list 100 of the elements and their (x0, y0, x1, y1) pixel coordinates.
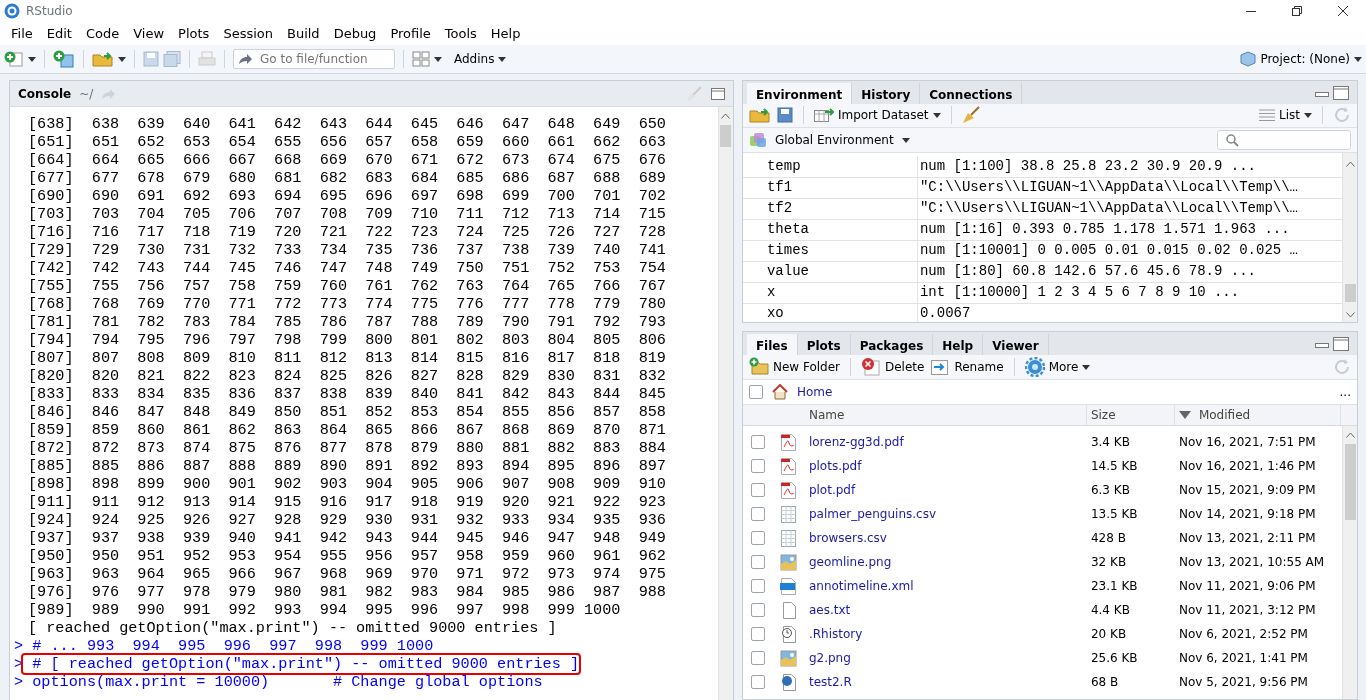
console-output: [755] 755 756 757 758 759 760 761 762 763 764 765 766 767 (28, 277, 666, 295)
file-size: 25.6 KB (1089, 650, 1139, 667)
save-all-icon[interactable] (163, 51, 181, 67)
menu-item[interactable]: File (4, 23, 40, 44)
column-header[interactable]: Size (1086, 405, 1175, 425)
file-checkbox[interactable] (750, 675, 765, 689)
view-menu[interactable]: List (1259, 106, 1312, 125)
file-checkbox[interactable] (750, 579, 765, 593)
file-link[interactable]: annotimeline.xml (808, 579, 914, 593)
file-checkbox[interactable] (750, 651, 765, 665)
console-output: [846] 846 847 848 849 850 851 852 853 854 855 856 857 858 (28, 403, 666, 421)
menu-item[interactable]: Help (483, 23, 528, 44)
column-header[interactable]: Name (804, 405, 1087, 425)
folder-icon[interactable] (748, 107, 771, 124)
file-checkbox[interactable] (750, 459, 765, 473)
home-icon[interactable] (770, 384, 789, 400)
maximize-icon[interactable] (1333, 337, 1349, 351)
caret-icon[interactable] (28, 56, 36, 62)
maximize-icon[interactable] (710, 87, 725, 100)
pane-tab[interactable]: Files (746, 334, 798, 355)
caret-icon[interactable] (1304, 112, 1312, 118)
path-menu-button[interactable]: ... (1339, 383, 1351, 401)
file-size: 428 B (1089, 530, 1127, 547)
caret-icon[interactable] (118, 56, 126, 62)
save-icon[interactable] (776, 107, 793, 124)
variable-value: num [1:10001] 0 0.005 0.01 0.015 0.02 0.025 … (918, 241, 1298, 261)
console-output: [729] 729 730 731 732 733 734 735 736 737 738 739 740 741 (28, 241, 666, 259)
plus-box-icon[interactable] (53, 50, 75, 68)
maximize-icon[interactable] (1333, 85, 1349, 100)
menu-item[interactable]: View (126, 23, 172, 44)
file-link[interactable]: plot.pdf (808, 483, 856, 497)
rename-button[interactable]: Rename (930, 357, 1004, 377)
file-link[interactable]: palmer_penguins.csv (808, 507, 937, 521)
select-all-checkbox[interactable] (748, 385, 763, 399)
caret-icon[interactable] (1082, 364, 1091, 370)
file-link[interactable]: test2.R (808, 675, 852, 689)
console-output: [690] 690 691 692 693 694 695 696 697 698 699 700 701 702 (28, 187, 666, 205)
menu-item[interactable]: Profile (383, 23, 438, 44)
file-link[interactable]: browsers.csv (808, 531, 887, 545)
file-link[interactable]: plots.pdf (808, 459, 862, 473)
file-checkbox[interactable] (750, 435, 765, 449)
delete-button[interactable]: Delete (861, 357, 925, 377)
scrollbar[interactable] (717, 107, 733, 700)
file-modified: Nov 11, 2021, 3:12 PM (1177, 602, 1317, 619)
menu-item[interactable]: Code (78, 23, 127, 44)
scroll-up-icon[interactable] (721, 113, 731, 119)
file-checkbox[interactable] (750, 627, 765, 641)
file-link[interactable]: aes.txt (808, 603, 851, 617)
file-link[interactable]: g2.png (808, 651, 851, 665)
file-size: 4.4 KB (1089, 602, 1131, 619)
pdf-file-icon (780, 481, 798, 499)
scroll-thumb[interactable] (1344, 444, 1356, 520)
file-link[interactable]: lorenz-gg3d.pdf (808, 435, 904, 449)
restore-icon[interactable] (1292, 6, 1302, 16)
pane-tab[interactable]: Connections (920, 82, 1023, 104)
pane-tab[interactable]: Environment (746, 82, 853, 104)
scroll-down-icon[interactable] (1345, 312, 1355, 318)
menu-item[interactable]: Session (216, 23, 280, 44)
path-link[interactable]: Home (796, 383, 833, 401)
go-to-field[interactable]: Go to file/function (233, 49, 395, 69)
menu-item[interactable]: Build (280, 23, 327, 44)
scrollbar[interactable] (1342, 152, 1357, 322)
close-icon[interactable] (1338, 6, 1348, 16)
search-icon (1226, 133, 1239, 147)
project-menu[interactable]: Project: (None) (1260, 50, 1350, 68)
file-link[interactable]: geomline.png (808, 555, 892, 569)
caret-icon[interactable] (932, 112, 941, 118)
console-output: [677] 677 678 679 680 681 682 683 684 685 686 687 688 689 (28, 169, 666, 187)
scroll-up-icon[interactable] (1345, 160, 1355, 167)
addins-menu[interactable]: Addins (454, 50, 495, 68)
file-link[interactable]: .Rhistory (808, 627, 863, 641)
scrollbar[interactable] (1342, 426, 1357, 699)
pdf-file-icon (780, 457, 798, 475)
column-header[interactable]: Modified (1174, 405, 1341, 425)
caret-icon[interactable] (434, 56, 442, 62)
import-dataset-button[interactable]: Import Dataset (813, 106, 941, 125)
file-checkbox[interactable] (750, 507, 765, 521)
caret-icon[interactable] (901, 137, 910, 143)
console-tab[interactable]: Console (18, 84, 72, 103)
caret-icon[interactable] (498, 56, 507, 62)
scroll-thumb[interactable] (720, 125, 732, 147)
scroll-up-icon[interactable] (1345, 432, 1355, 438)
file-checkbox[interactable] (750, 555, 765, 569)
file-modified: Nov 5, 2021, 9:56 PM (1177, 674, 1309, 691)
console-command: # ... 993 994 995 996 997 998 999 1000 (31, 637, 434, 655)
more-menu[interactable]: More (1024, 357, 1091, 377)
menu-item[interactable]: Tools (437, 23, 484, 44)
file-checkbox[interactable] (750, 483, 765, 497)
menu-item[interactable]: Plots (171, 23, 217, 44)
menu-item[interactable]: Edit (39, 23, 79, 44)
file-checkbox[interactable] (750, 531, 765, 545)
file-size: 32 KB (1089, 554, 1128, 571)
pane-tab[interactable]: History (852, 82, 921, 104)
scroll-thumb[interactable] (1344, 284, 1356, 302)
menu-item[interactable]: Debug (326, 23, 384, 44)
table-icon (813, 108, 834, 123)
new-folder-button[interactable]: New Folder (748, 357, 840, 377)
file-checkbox[interactable] (750, 603, 765, 617)
search-field[interactable] (1217, 130, 1351, 151)
caret-icon[interactable] (1354, 56, 1362, 62)
